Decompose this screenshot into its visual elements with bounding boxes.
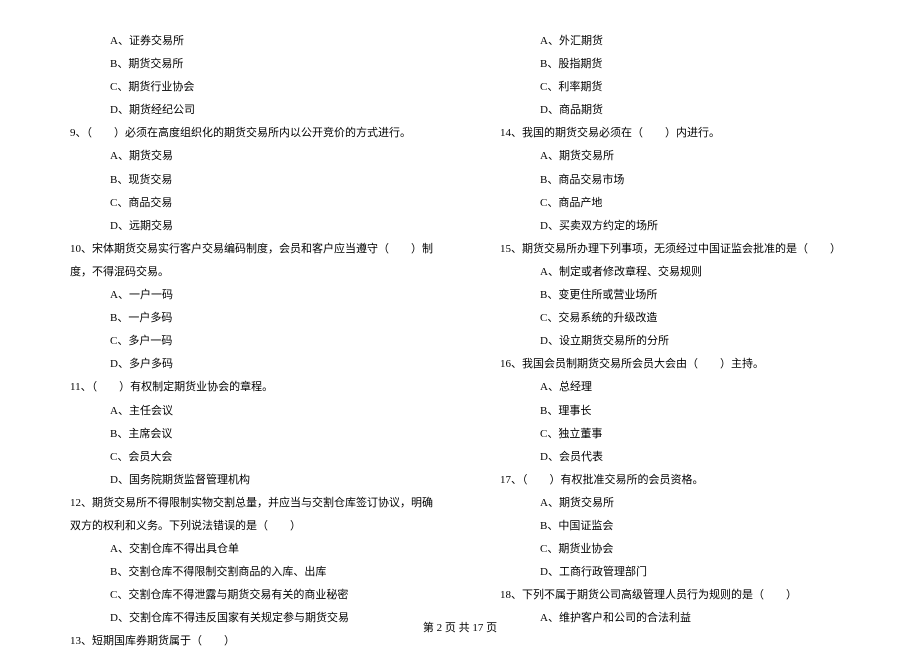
- question-text: 15、期货交易所办理下列事项，无须经过中国证监会批准的是（ ）: [480, 238, 870, 261]
- question-text: 17、（ ）有权批准交易所的会员资格。: [480, 469, 870, 492]
- question-text: 9、（ ）必须在高度组织化的期货交易所内以公开竞价的方式进行。: [50, 122, 440, 145]
- option-text: B、主席会议: [50, 423, 440, 446]
- option-text: B、中国证监会: [480, 515, 870, 538]
- option-text: C、交易系统的升级改造: [480, 307, 870, 330]
- option-text: A、证券交易所: [50, 30, 440, 53]
- option-text: B、理事长: [480, 400, 870, 423]
- option-text: D、期货经纪公司: [50, 99, 440, 122]
- option-text: B、商品交易市场: [480, 169, 870, 192]
- option-text: A、一户一码: [50, 284, 440, 307]
- option-text: D、国务院期货监督管理机构: [50, 469, 440, 492]
- option-text: A、外汇期货: [480, 30, 870, 53]
- option-text: A、期货交易所: [480, 145, 870, 168]
- question-text: 10、宋体期货交易实行客户交易编码制度，会员和客户应当遵守（ ）制度，不得混码交…: [50, 238, 440, 284]
- option-text: A、主任会议: [50, 400, 440, 423]
- option-text: B、交割仓库不得限制交割商品的入库、出库: [50, 561, 440, 584]
- option-text: D、远期交易: [50, 215, 440, 238]
- option-text: C、期货行业协会: [50, 76, 440, 99]
- option-text: C、利率期货: [480, 76, 870, 99]
- option-text: D、商品期货: [480, 99, 870, 122]
- option-text: C、商品交易: [50, 192, 440, 215]
- question-text: 14、我国的期货交易必须在（ ）内进行。: [480, 122, 870, 145]
- content-columns: A、证券交易所 B、期货交易所 C、期货行业协会 D、期货经纪公司 9、（ ）必…: [50, 30, 870, 654]
- option-text: C、会员大会: [50, 446, 440, 469]
- option-text: C、独立董事: [480, 423, 870, 446]
- option-text: B、一户多码: [50, 307, 440, 330]
- option-text: A、期货交易所: [480, 492, 870, 515]
- option-text: D、多户多码: [50, 353, 440, 376]
- option-text: B、股指期货: [480, 53, 870, 76]
- option-text: D、买卖双方约定的场所: [480, 215, 870, 238]
- right-column: A、外汇期货 B、股指期货 C、利率期货 D、商品期货 14、我国的期货交易必须…: [480, 30, 870, 654]
- left-column: A、证券交易所 B、期货交易所 C、期货行业协会 D、期货经纪公司 9、（ ）必…: [50, 30, 440, 654]
- option-text: C、交割仓库不得泄露与期货交易有关的商业秘密: [50, 584, 440, 607]
- option-text: A、制定或者修改章程、交易规则: [480, 261, 870, 284]
- option-text: D、设立期货交易所的分所: [480, 330, 870, 353]
- option-text: B、现货交易: [50, 169, 440, 192]
- option-text: D、会员代表: [480, 446, 870, 469]
- option-text: C、期货业协会: [480, 538, 870, 561]
- option-text: A、期货交易: [50, 145, 440, 168]
- option-text: C、商品产地: [480, 192, 870, 215]
- option-text: A、交割仓库不得出具仓单: [50, 538, 440, 561]
- option-text: D、工商行政管理部门: [480, 561, 870, 584]
- question-text: 16、我国会员制期货交易所会员大会由（ ）主持。: [480, 353, 870, 376]
- question-text: 11、（ ）有权制定期货业协会的章程。: [50, 376, 440, 399]
- option-text: B、变更住所或营业场所: [480, 284, 870, 307]
- option-text: C、多户一码: [50, 330, 440, 353]
- option-text: B、期货交易所: [50, 53, 440, 76]
- option-text: A、总经理: [480, 376, 870, 399]
- question-text: 12、期货交易所不得限制实物交割总量，并应当与交割仓库签订协议，明确双方的权利和…: [50, 492, 440, 538]
- page-footer: 第 2 页 共 17 页: [0, 619, 920, 635]
- question-text: 18、下列不属于期货公司高级管理人员行为规则的是（ ）: [480, 584, 870, 607]
